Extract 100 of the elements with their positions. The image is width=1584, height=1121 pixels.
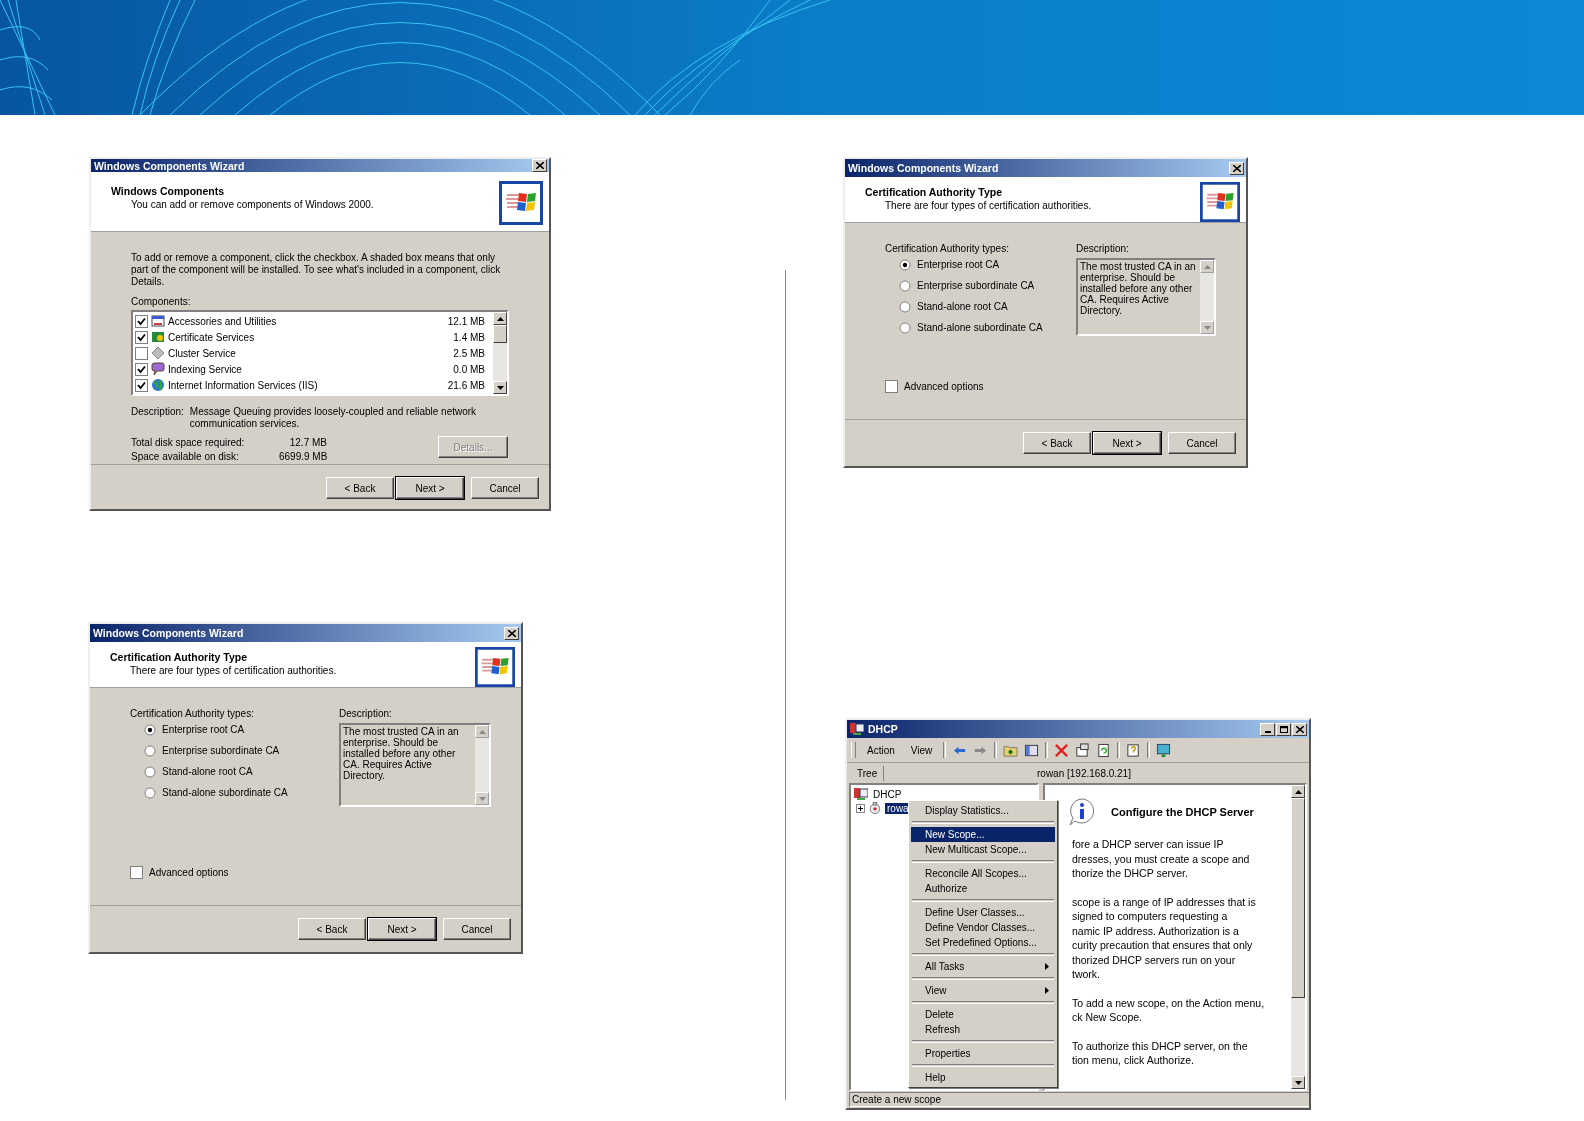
wizard-button[interactable]: < Back xyxy=(1023,432,1091,454)
option-label: Enterprise subordinate CA xyxy=(917,280,1035,291)
menu-item[interactable]: Define User Classes... xyxy=(911,905,1055,920)
component-size: 1.4 MB xyxy=(453,331,486,343)
wizard-button[interactable]: Next > xyxy=(396,477,464,499)
close-button[interactable] xyxy=(532,159,547,172)
minimize-button[interactable] xyxy=(1260,722,1275,736)
up-arrow-icon[interactable] xyxy=(1294,789,1302,794)
content-paragraph: To authorize this DHCP server, on the tion menu, click Authorize. xyxy=(1072,1038,1249,1068)
wizard-button[interactable]: < Back xyxy=(326,477,394,499)
menu-item[interactable]: Properties xyxy=(911,1046,1055,1061)
wizard-button[interactable]: Cancel xyxy=(1168,432,1236,454)
close-icon xyxy=(1232,164,1241,172)
checkbox-label: Advanced options xyxy=(149,867,229,878)
content-paragraph: To add a new scope, on the Action menu, ck New Scope. xyxy=(1072,995,1266,1025)
menu-item[interactable]: Define Vendor Classes... xyxy=(911,920,1055,935)
description-text: Message Queuing provides loosely-coupled and reliable network communication services. xyxy=(189,406,478,430)
window-title: Windows Components Wizard xyxy=(93,627,245,639)
component-name: Internet Information Services (IIS) xyxy=(168,379,319,391)
submenu-arrow-icon xyxy=(1045,987,1049,994)
close-icon xyxy=(1295,725,1304,733)
option-label: Stand-alone subordinate CA xyxy=(162,787,288,798)
submenu-arrow-icon xyxy=(1045,963,1049,970)
components-label: Components: xyxy=(131,296,192,307)
radio-button[interactable] xyxy=(899,300,911,313)
menu-item[interactable]: All Tasks xyxy=(911,959,1055,974)
help-icon[interactable] xyxy=(1126,742,1142,758)
menu-item[interactable]: Reconcile All Scopes... xyxy=(911,866,1055,881)
wizard-subheading: There are four types of certification authorities. xyxy=(130,665,337,676)
down-arrow-icon[interactable] xyxy=(496,385,504,390)
wizard-subheading: You can add or remove components of Windows 2000. xyxy=(131,199,374,210)
window-icon xyxy=(151,314,165,328)
menu-item[interactable]: View xyxy=(911,983,1055,998)
radio-button[interactable] xyxy=(899,258,911,271)
wizard-button[interactable]: Cancel xyxy=(471,477,539,499)
component-name: Accessories and Utilities xyxy=(168,315,278,327)
wizard-button[interactable]: Next > xyxy=(368,918,436,940)
scroll-thumb[interactable] xyxy=(1291,798,1305,998)
close-icon xyxy=(535,162,544,169)
menu-item[interactable]: Help xyxy=(911,1070,1055,1085)
wizard-subheading: There are four types of certification authorities. xyxy=(885,200,1092,211)
menu-item[interactable]: View xyxy=(905,744,938,756)
tree-item[interactable]: DHCP xyxy=(871,788,904,800)
window-title: Windows Components Wizard xyxy=(94,159,246,172)
menu-item[interactable]: Authorize xyxy=(911,881,1055,896)
maximize-button[interactable] xyxy=(1276,722,1291,736)
checkbox[interactable] xyxy=(135,378,148,392)
menu-item[interactable]: Set Predefined Options... xyxy=(911,935,1055,950)
wizard-heading: Certification Authority Type xyxy=(110,651,249,663)
menu-item[interactable]: Refresh xyxy=(911,1022,1055,1037)
maximize-icon xyxy=(1279,725,1288,733)
checkbox[interactable] xyxy=(130,866,143,879)
speech-bubble-icon xyxy=(151,362,165,376)
refresh-icon[interactable] xyxy=(1096,742,1112,758)
menu-item[interactable]: New Multicast Scope... xyxy=(911,842,1055,857)
wizard-button[interactable]: Cancel xyxy=(443,918,511,940)
checkbox[interactable] xyxy=(135,362,148,376)
checkbox[interactable] xyxy=(135,314,148,328)
tree-tab[interactable]: Tree xyxy=(851,765,885,781)
menu-item[interactable]: New Scope... xyxy=(911,827,1055,842)
content-paragraph: fore a DHCP server can issue IP dresses, you must create a scope and thorize the DHCP server. xyxy=(1072,837,1251,881)
checkbox[interactable] xyxy=(135,346,148,360)
radio-button[interactable] xyxy=(144,744,156,757)
menu-item[interactable]: Display Statistics... xyxy=(911,803,1055,818)
component-size: 0.0 MB xyxy=(453,363,486,375)
wizard-button[interactable]: < Back xyxy=(298,918,366,940)
expand-icon[interactable] xyxy=(856,803,865,813)
down-arrow-icon[interactable] xyxy=(1294,1080,1302,1085)
up-arrow-icon[interactable] xyxy=(496,316,504,321)
wizard-heading: Windows Components xyxy=(111,185,226,197)
checkbox[interactable] xyxy=(135,330,148,344)
component-name: Cluster Service xyxy=(168,347,237,359)
wizard-button[interactable]: Next > xyxy=(1093,432,1161,454)
radio-button[interactable] xyxy=(144,723,156,736)
checkbox-label: Advanced options xyxy=(904,381,984,392)
menu-item[interactable]: Action xyxy=(862,744,900,756)
description-text: The most trusted CA in an enterprise. Should be installed before any other CA. Requires Active Directory. xyxy=(1079,260,1197,318)
delete-icon[interactable] xyxy=(1054,742,1070,758)
radio-button[interactable] xyxy=(144,786,156,799)
content-heading: Configure the DHCP Server xyxy=(1111,806,1254,818)
close-button[interactable] xyxy=(504,626,519,640)
server-icon xyxy=(854,788,868,800)
checkbox[interactable] xyxy=(885,380,898,393)
option-label: Enterprise subordinate CA xyxy=(162,745,280,756)
properties-icon[interactable] xyxy=(1075,742,1091,758)
window-title: DHCP xyxy=(868,723,899,735)
monitor-icon[interactable] xyxy=(1156,742,1172,758)
menu-item[interactable]: Delete xyxy=(911,1007,1055,1022)
radio-button[interactable] xyxy=(899,279,911,292)
scrollbar[interactable] xyxy=(493,312,507,394)
pane-icon[interactable] xyxy=(1024,742,1040,758)
component-name: Indexing Service xyxy=(168,363,243,375)
radio-button[interactable] xyxy=(144,765,156,778)
scroll-thumb[interactable] xyxy=(493,325,507,343)
close-button[interactable] xyxy=(1229,161,1244,175)
scrollbar[interactable] xyxy=(1291,785,1305,1089)
globe-icon xyxy=(151,378,165,392)
radio-button[interactable] xyxy=(899,321,911,334)
status-text: Create a new scope xyxy=(849,1092,1309,1107)
close-button[interactable] xyxy=(1292,722,1307,736)
